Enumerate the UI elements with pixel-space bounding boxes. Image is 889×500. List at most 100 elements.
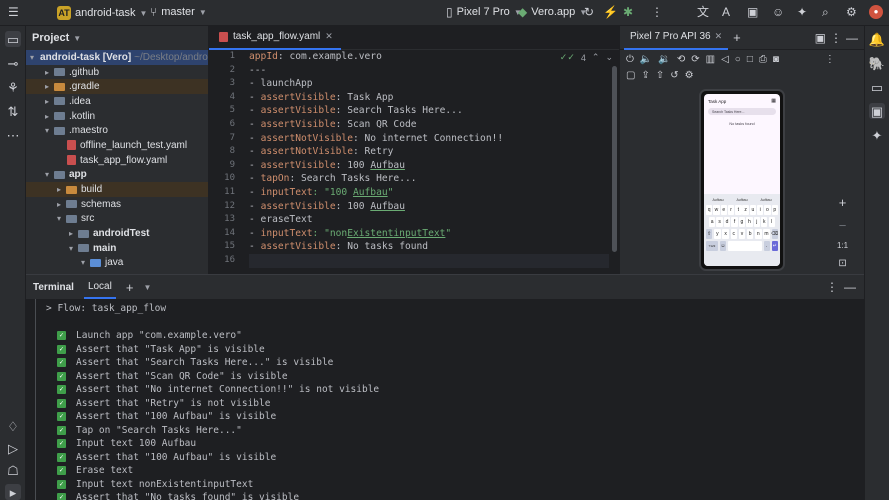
zoom-in-icon[interactable]: + [839, 195, 847, 210]
close-icon[interactable]: ✕ [715, 32, 723, 41]
rotate-right-icon[interactable]: ⟳ [691, 54, 699, 65]
keyboard-key[interactable]: n [755, 229, 762, 239]
tree-item[interactable]: ▾ app [26, 168, 208, 183]
more-icon[interactable]: ⋮ [830, 32, 842, 44]
power-icon[interactable]: ⏻ [626, 54, 634, 65]
key-symbols[interactable]: ?123 [706, 241, 718, 251]
zoom-fit-icon[interactable]: ⊡ [838, 258, 846, 269]
tree-item[interactable]: ▸ build [26, 182, 208, 197]
code-line[interactable]: - assertVisible: Task App [249, 91, 609, 105]
keyboard-key[interactable]: f [731, 217, 738, 227]
new-tab-icon[interactable]: + [126, 281, 134, 294]
keyboard-key[interactable]: h [746, 217, 753, 227]
tree-item[interactable]: ▸ androidTest [26, 226, 208, 241]
chevron-right-icon[interactable]: ▸ [54, 200, 64, 209]
keyboard-key[interactable]: ⌫ [771, 229, 778, 239]
zoom-actual-size[interactable]: 1:1 [837, 241, 848, 250]
notifications-icon[interactable]: 🔔 [869, 31, 885, 47]
code-line[interactable]: - assertNotVisible: Retry [249, 145, 609, 159]
rotate-left-icon[interactable]: ⟲ [677, 54, 685, 65]
upload-icon[interactable]: ⇧ [656, 70, 664, 81]
keyboard-key[interactable]: g [738, 217, 746, 227]
run-icon[interactable]: ▷ [5, 440, 21, 456]
code-area[interactable]: appId: com.example.vero --- - launchApp - a… [249, 50, 609, 268]
spellcheck-icon[interactable]: A [722, 6, 730, 18]
device-manager-icon[interactable]: ▣ [747, 6, 758, 18]
run-config-selector[interactable]: ◆ Vero.app ▼ [518, 6, 587, 18]
keyboard-key[interactable]: m [763, 229, 770, 239]
code-line[interactable]: - assertVisible: 100 Aufbau [249, 200, 609, 214]
tree-item[interactable]: ▾ main [26, 241, 208, 256]
tree-item[interactable]: task_app_flow.yaml [26, 153, 208, 168]
back-icon[interactable]: ◁ [721, 54, 729, 65]
volume-down-icon[interactable]: 🔉 [658, 54, 670, 65]
tree-item[interactable]: ▸ .gradle [26, 79, 208, 95]
tree-item[interactable]: ▸ .kotlin [26, 109, 208, 124]
camera-icon[interactable]: ◙ [773, 54, 779, 65]
more-icon[interactable]: ⋮ [826, 281, 838, 293]
gear-icon[interactable]: ⚙ [846, 6, 857, 18]
add-device-icon[interactable]: + [733, 31, 741, 44]
fold-icon[interactable]: ▥ [706, 54, 715, 65]
mirror-icon[interactable]: ▢ [626, 70, 635, 81]
keyboard-key[interactable]: r [727, 205, 735, 215]
keyboard-key[interactable]: l [768, 217, 775, 227]
tree-item[interactable]: ▾ java [26, 256, 208, 271]
keyboard-key[interactable]: e [720, 205, 727, 215]
pull-requests-icon[interactable]: ⇅ [5, 103, 21, 119]
keyboard-key[interactable]: b [746, 229, 754, 239]
layout-icon[interactable]: ▣ [815, 32, 826, 44]
key-space[interactable] [727, 241, 762, 251]
debug-icon[interactable]: ✱ [623, 6, 633, 18]
code-line[interactable]: - eraseText [249, 213, 609, 227]
gemini-icon[interactable]: ✦ [797, 6, 807, 18]
chevron-down-icon[interactable]: ▼ [143, 283, 151, 292]
running-devices-icon[interactable]: ▣ [869, 103, 885, 119]
more-icon[interactable]: ⋮ [825, 54, 835, 65]
keyboard-key[interactable]: d [723, 217, 731, 227]
keyboard-key[interactable]: a [709, 217, 716, 227]
share-icon[interactable]: ⇪ [641, 70, 649, 81]
apply-changes-icon[interactable]: ⚡ [603, 6, 618, 18]
code-line[interactable]: - assertNotVisible: No internet Connecti… [249, 132, 609, 146]
chevron-right-icon[interactable]: ▸ [42, 68, 52, 77]
chevron-right-icon[interactable]: ▸ [42, 97, 52, 106]
project-tool-icon[interactable]: ▭ [5, 31, 21, 47]
key-period[interactable]: . [763, 241, 770, 251]
device-manager-icon[interactable]: ▭ [869, 79, 885, 95]
code-line[interactable]: - tapOn: Search Tasks Here... [249, 172, 609, 186]
avatar-icon[interactable]: ● [869, 5, 883, 19]
overview-icon[interactable]: □ [747, 54, 753, 65]
project-panel-header[interactable]: Project ▼ [26, 26, 208, 50]
search-icon[interactable]: ⌕ [822, 6, 829, 18]
qr-icon[interactable]: ▦ [771, 98, 776, 104]
tree-item[interactable]: ▸ .idea [26, 94, 208, 109]
more-icon[interactable]: ⋮ [651, 6, 663, 18]
terminal-icon[interactable]: ▸ [5, 484, 21, 500]
close-icon[interactable]: ✕ [325, 32, 333, 41]
keyboard-key[interactable]: q [706, 205, 713, 215]
chevron-down-icon[interactable]: ▾ [42, 170, 52, 179]
keyboard-key[interactable]: s [716, 217, 723, 227]
code-line[interactable]: - assertVisible: 100 Aufbau [249, 159, 609, 173]
code-line[interactable]: - inputText: "nonExistentinputText" [249, 227, 609, 241]
translate-icon[interactable]: 文 [697, 6, 709, 18]
minimize-icon[interactable]: — [844, 281, 856, 293]
chevron-down-icon[interactable]: ▾ [30, 53, 34, 62]
key-enter[interactable]: ↵ [771, 241, 778, 251]
gemini-icon[interactable]: ✦ [869, 127, 885, 143]
tree-item[interactable]: ▾ src [26, 212, 208, 227]
volume-up-icon[interactable]: 🔈 [640, 54, 652, 65]
terminal-tab-local[interactable]: Local [83, 275, 116, 299]
keyboard-key[interactable]: z [742, 205, 749, 215]
chevron-down-icon[interactable]: ▾ [54, 214, 64, 223]
editor-scrollbar[interactable] [612, 66, 617, 252]
home-icon[interactable]: ○ [735, 54, 741, 65]
keyboard-key[interactable]: i [756, 205, 764, 215]
phone-keyboard[interactable]: Aufbau Aufbau Aufbau qwertzuiopasdfghjkl… [704, 194, 780, 266]
tree-item[interactable]: ▾ .maestro [26, 123, 208, 138]
zoom-out-icon[interactable]: − [839, 218, 847, 233]
tree-item[interactable]: ▸ .github [26, 65, 208, 80]
code-line[interactable]: - assertVisible: Search Tasks Here... [249, 104, 609, 118]
key-emoji[interactable]: ☺ [719, 241, 727, 251]
